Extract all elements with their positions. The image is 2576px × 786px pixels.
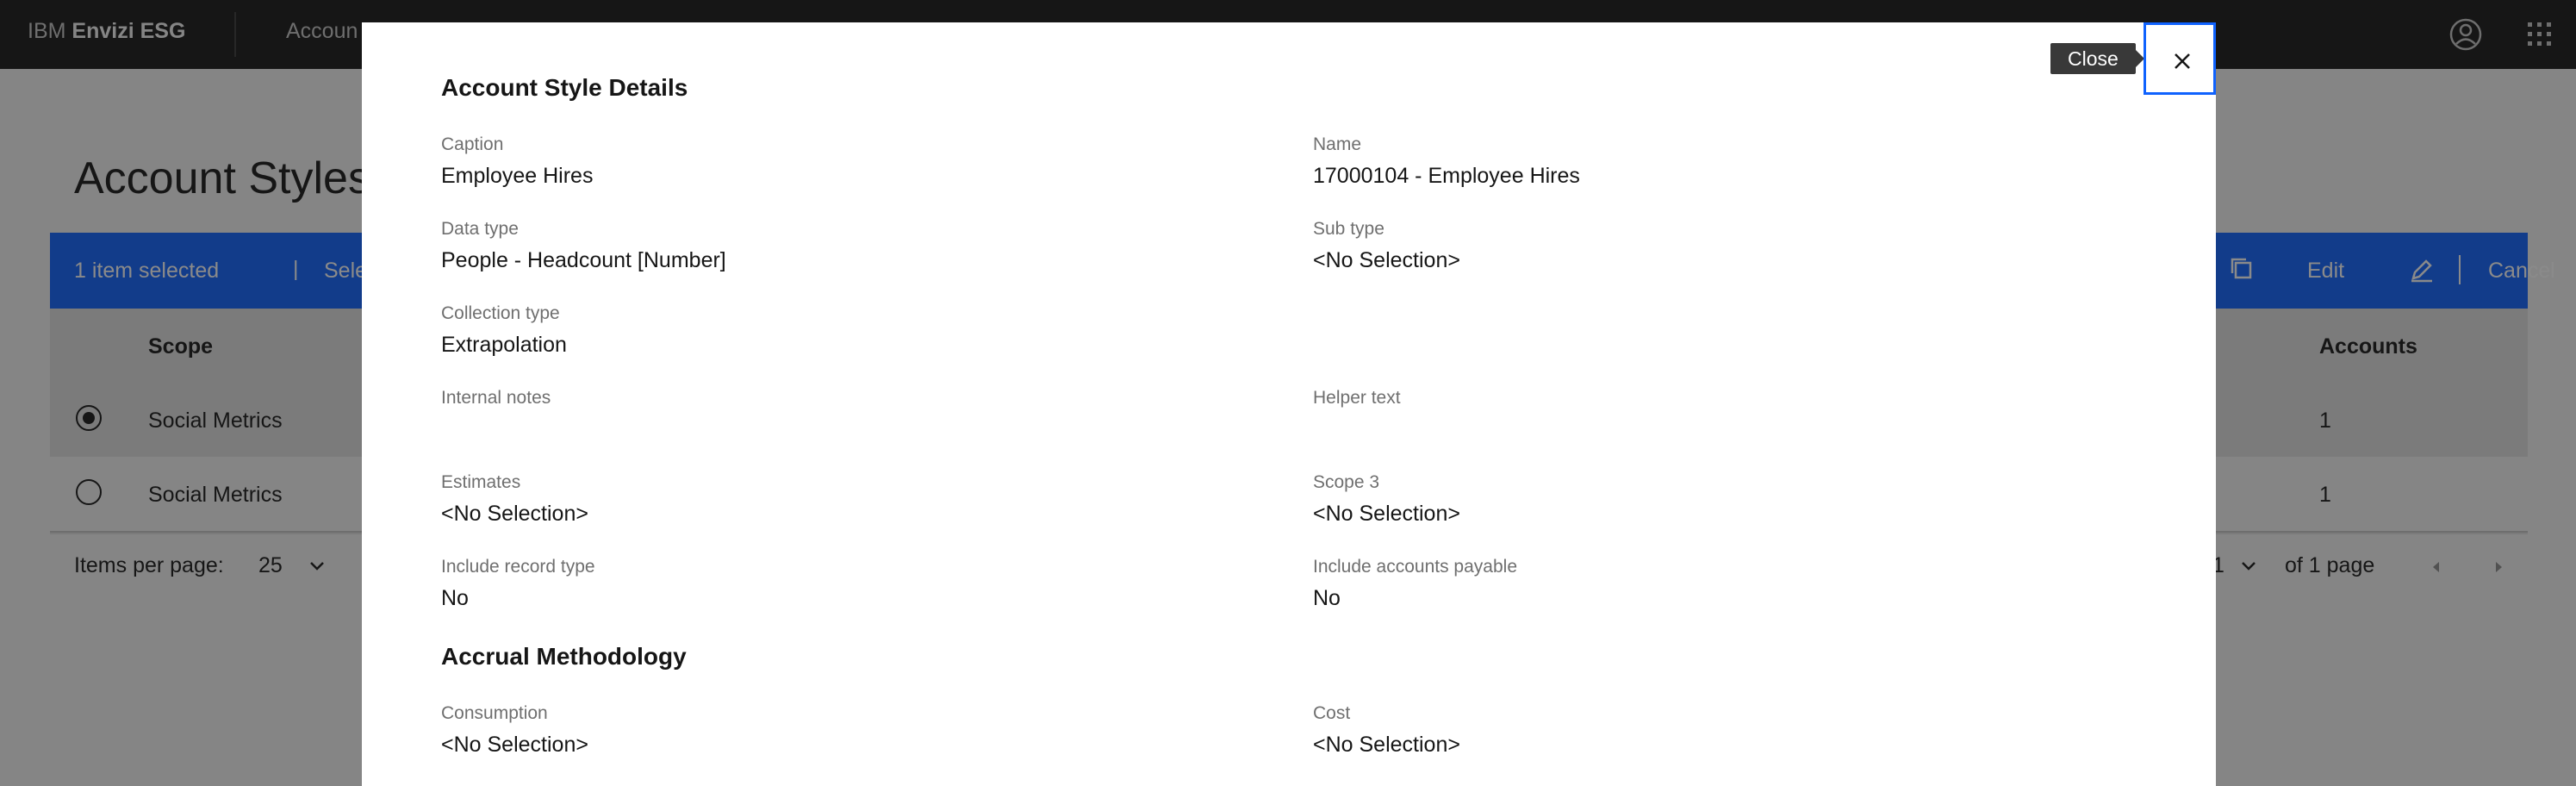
close-tooltip: Close bbox=[2050, 43, 2144, 74]
field-helper-text: Helper text bbox=[1313, 388, 1401, 417]
field-value: No bbox=[1313, 586, 1341, 610]
field-value: Employee Hires bbox=[441, 164, 594, 188]
field-include-record-type: Include record type No bbox=[441, 557, 595, 610]
close-tooltip-text: Close bbox=[2068, 47, 2119, 70]
field-value: <No Selection> bbox=[441, 502, 588, 526]
field-value: <No Selection> bbox=[1313, 733, 1460, 757]
field-consumption: Consumption <No Selection> bbox=[441, 703, 588, 757]
field-data-type: Data type People - Headcount [Number] bbox=[441, 219, 726, 272]
field-label: Data type bbox=[441, 219, 519, 239]
field-value: 17000104 - Employee Hires bbox=[1313, 164, 1580, 188]
field-label: Consumption bbox=[441, 703, 548, 723]
field-collection-type: Collection type Extrapolation bbox=[441, 303, 567, 357]
field-cost: Cost <No Selection> bbox=[1313, 703, 1460, 757]
field-value: <No Selection> bbox=[1313, 248, 1460, 272]
section-title-accrual: Accrual Methodology bbox=[441, 643, 687, 670]
field-label: Sub type bbox=[1313, 219, 1384, 239]
field-value: Extrapolation bbox=[441, 333, 567, 357]
field-label: Include accounts payable bbox=[1313, 557, 1517, 577]
field-value: No bbox=[441, 586, 469, 610]
field-include-accounts-payable: Include accounts payable No bbox=[1313, 557, 1517, 610]
field-value: <No Selection> bbox=[441, 733, 588, 757]
field-estimates: Estimates <No Selection> bbox=[441, 472, 588, 526]
field-label: Include record type bbox=[441, 557, 595, 577]
field-label: Caption bbox=[441, 134, 504, 154]
close-button[interactable] bbox=[2144, 22, 2216, 95]
account-style-details-modal: Account Style Details Caption Employee H… bbox=[362, 22, 2216, 786]
close-icon bbox=[2175, 53, 2190, 69]
field-scope-3: Scope 3 <No Selection> bbox=[1313, 472, 1460, 526]
field-label: Scope 3 bbox=[1313, 472, 1380, 492]
field-label: Internal notes bbox=[441, 388, 551, 408]
field-label: Estimates bbox=[441, 472, 521, 492]
field-label: Cost bbox=[1313, 703, 1351, 723]
field-value: People - Headcount [Number] bbox=[441, 248, 726, 272]
field-caption: Caption Employee Hires bbox=[441, 134, 593, 188]
field-label: Collection type bbox=[441, 303, 560, 323]
section-title-details: Account Style Details bbox=[441, 74, 688, 101]
field-label: Helper text bbox=[1313, 388, 1401, 408]
field-sub-type: Sub type <No Selection> bbox=[1313, 219, 1460, 272]
field-name: Name 17000104 - Employee Hires bbox=[1313, 134, 1580, 188]
field-label: Name bbox=[1313, 134, 1362, 154]
field-value: <No Selection> bbox=[1313, 502, 1460, 526]
field-internal-notes: Internal notes bbox=[441, 388, 551, 417]
